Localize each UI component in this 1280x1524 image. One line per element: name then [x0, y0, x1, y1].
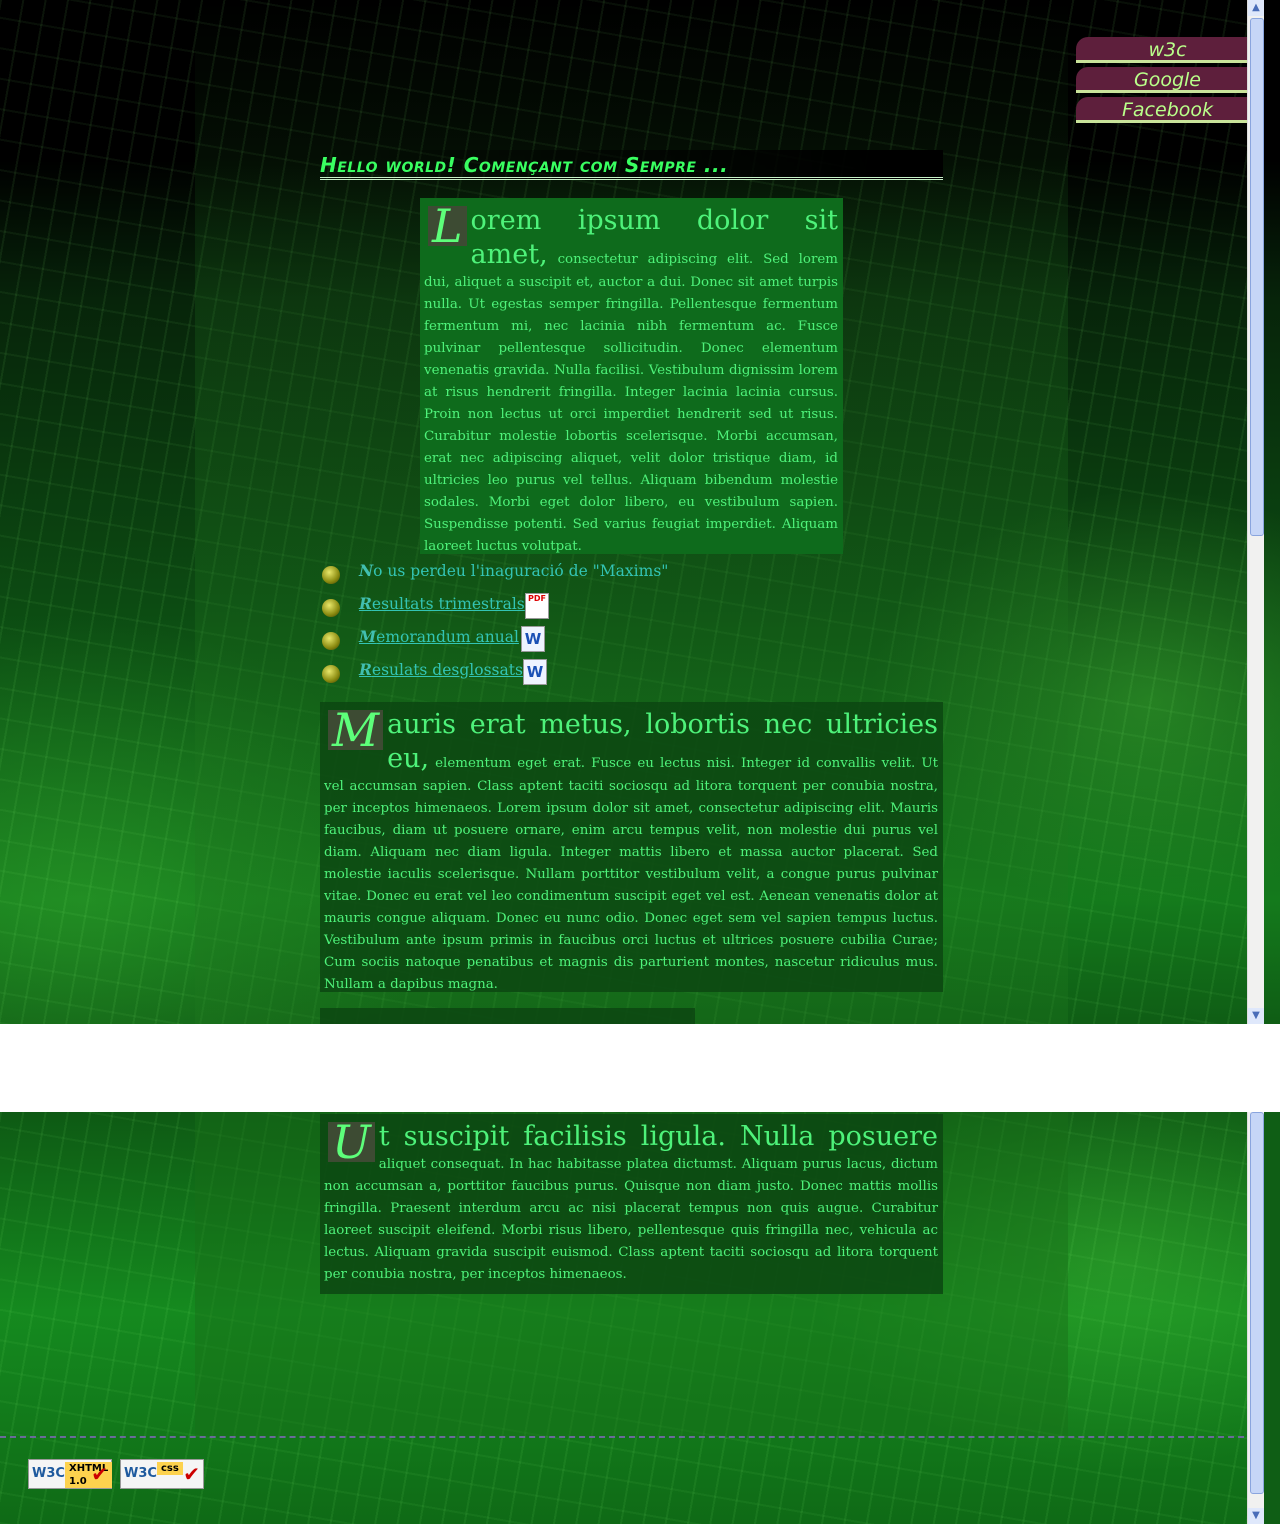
item-initial: R	[359, 660, 372, 679]
nav-link-google[interactable]: Google	[1076, 67, 1262, 93]
bullet-icon	[322, 632, 340, 650]
word-doc-icon[interactable]: W	[521, 626, 545, 652]
item-text: esulats desglossats	[371, 661, 523, 679]
bullet-icon	[322, 665, 340, 683]
link-resultats-trimestrals[interactable]: Resultats trimestrals	[359, 593, 525, 615]
drop-cap: U	[328, 1119, 375, 1165]
drop-cap: M	[328, 707, 384, 753]
viewport-divider	[0, 1024, 1280, 1112]
paragraph-4: U t suscipit facilisis ligula. Nulla pos…	[320, 1114, 943, 1294]
checkmark-icon: ✔	[91, 1462, 108, 1486]
browser-viewport-bottom: U t suscipit facilisis ligula. Nulla pos…	[0, 1112, 1264, 1524]
w3c-logo: W3C	[32, 1466, 65, 1481]
nav-link-facebook[interactable]: Facebook	[1076, 97, 1262, 123]
item-text: emorandum anual	[376, 628, 519, 646]
list-item: Resulats desglossats W	[322, 659, 722, 692]
paragraph-3-cutoff	[320, 1008, 695, 1024]
footer-divider	[0, 1436, 1264, 1438]
link-resulats-desglossats[interactable]: Resulats desglossats	[359, 659, 523, 681]
badge-label: css	[157, 1462, 183, 1475]
paragraph-body: aliquet consequat. In hac habitasse plat…	[324, 1157, 938, 1282]
paragraph-lead: t suscipit facilisis ligula. Nulla posue…	[378, 1121, 938, 1152]
item-initial: R	[359, 594, 372, 613]
paragraph-1: L orem ipsum dolor sit amet, consectetur…	[420, 198, 843, 554]
bullet-icon	[322, 599, 340, 617]
scrollbar[interactable]: ▼	[1247, 1112, 1264, 1524]
bullet-icon	[322, 566, 340, 584]
checkmark-icon: ✔	[183, 1462, 200, 1486]
drop-cap: L	[428, 203, 467, 249]
scroll-down-arrow-icon[interactable]: ▼	[1248, 1008, 1264, 1024]
scrollbar[interactable]: ▲ ▼	[1247, 0, 1264, 1024]
link-memorandum-anual[interactable]: Memorandum anual	[359, 626, 519, 648]
paragraph-body: consectetur adipiscing elit. Sed lorem d…	[424, 252, 838, 554]
w3c-css-badge[interactable]: W3C css ✔	[120, 1459, 204, 1489]
news-text: No us perdeu l'inaguració de "Maxims"	[359, 560, 668, 582]
scrollbar-thumb[interactable]	[1250, 1112, 1264, 1494]
scrollbar-thumb[interactable]	[1250, 18, 1264, 536]
top-nav: w3c Google Facebook	[1076, 37, 1262, 127]
item-initial: N	[359, 561, 374, 580]
nav-link-w3c[interactable]: w3c	[1076, 37, 1262, 63]
document-list: No us perdeu l'inaguració de "Maxims" Re…	[322, 560, 722, 692]
paragraph-body: elementum eget erat. Fusce eu lectus nis…	[324, 756, 938, 992]
paragraph-2: M auris erat metus, lobortis nec ultrici…	[320, 702, 943, 992]
scroll-down-arrow-icon[interactable]: ▼	[1248, 1508, 1264, 1524]
w3c-xhtml-badge[interactable]: W3C XHTML 1.0 ✔	[28, 1459, 113, 1489]
scroll-up-arrow-icon[interactable]: ▲	[1248, 0, 1264, 16]
list-item: Memorandum anual W	[322, 626, 722, 659]
w3c-logo: W3C	[124, 1466, 157, 1481]
item-text: esultats trimestrals	[371, 595, 525, 613]
pdf-icon[interactable]: PDF	[525, 593, 549, 619]
page-title: Hello world! Començant com Sempre ...	[320, 150, 943, 180]
word-doc-icon[interactable]: W	[523, 659, 547, 685]
list-item: Resultats trimestrals PDF	[322, 593, 722, 626]
item-initial: M	[359, 627, 377, 646]
list-item: No us perdeu l'inaguració de "Maxims"	[322, 560, 722, 593]
item-text: o us perdeu l'inaguració de "Maxims"	[373, 562, 669, 580]
browser-viewport-top: w3c Google Facebook Hello world! Comença…	[0, 0, 1264, 1024]
